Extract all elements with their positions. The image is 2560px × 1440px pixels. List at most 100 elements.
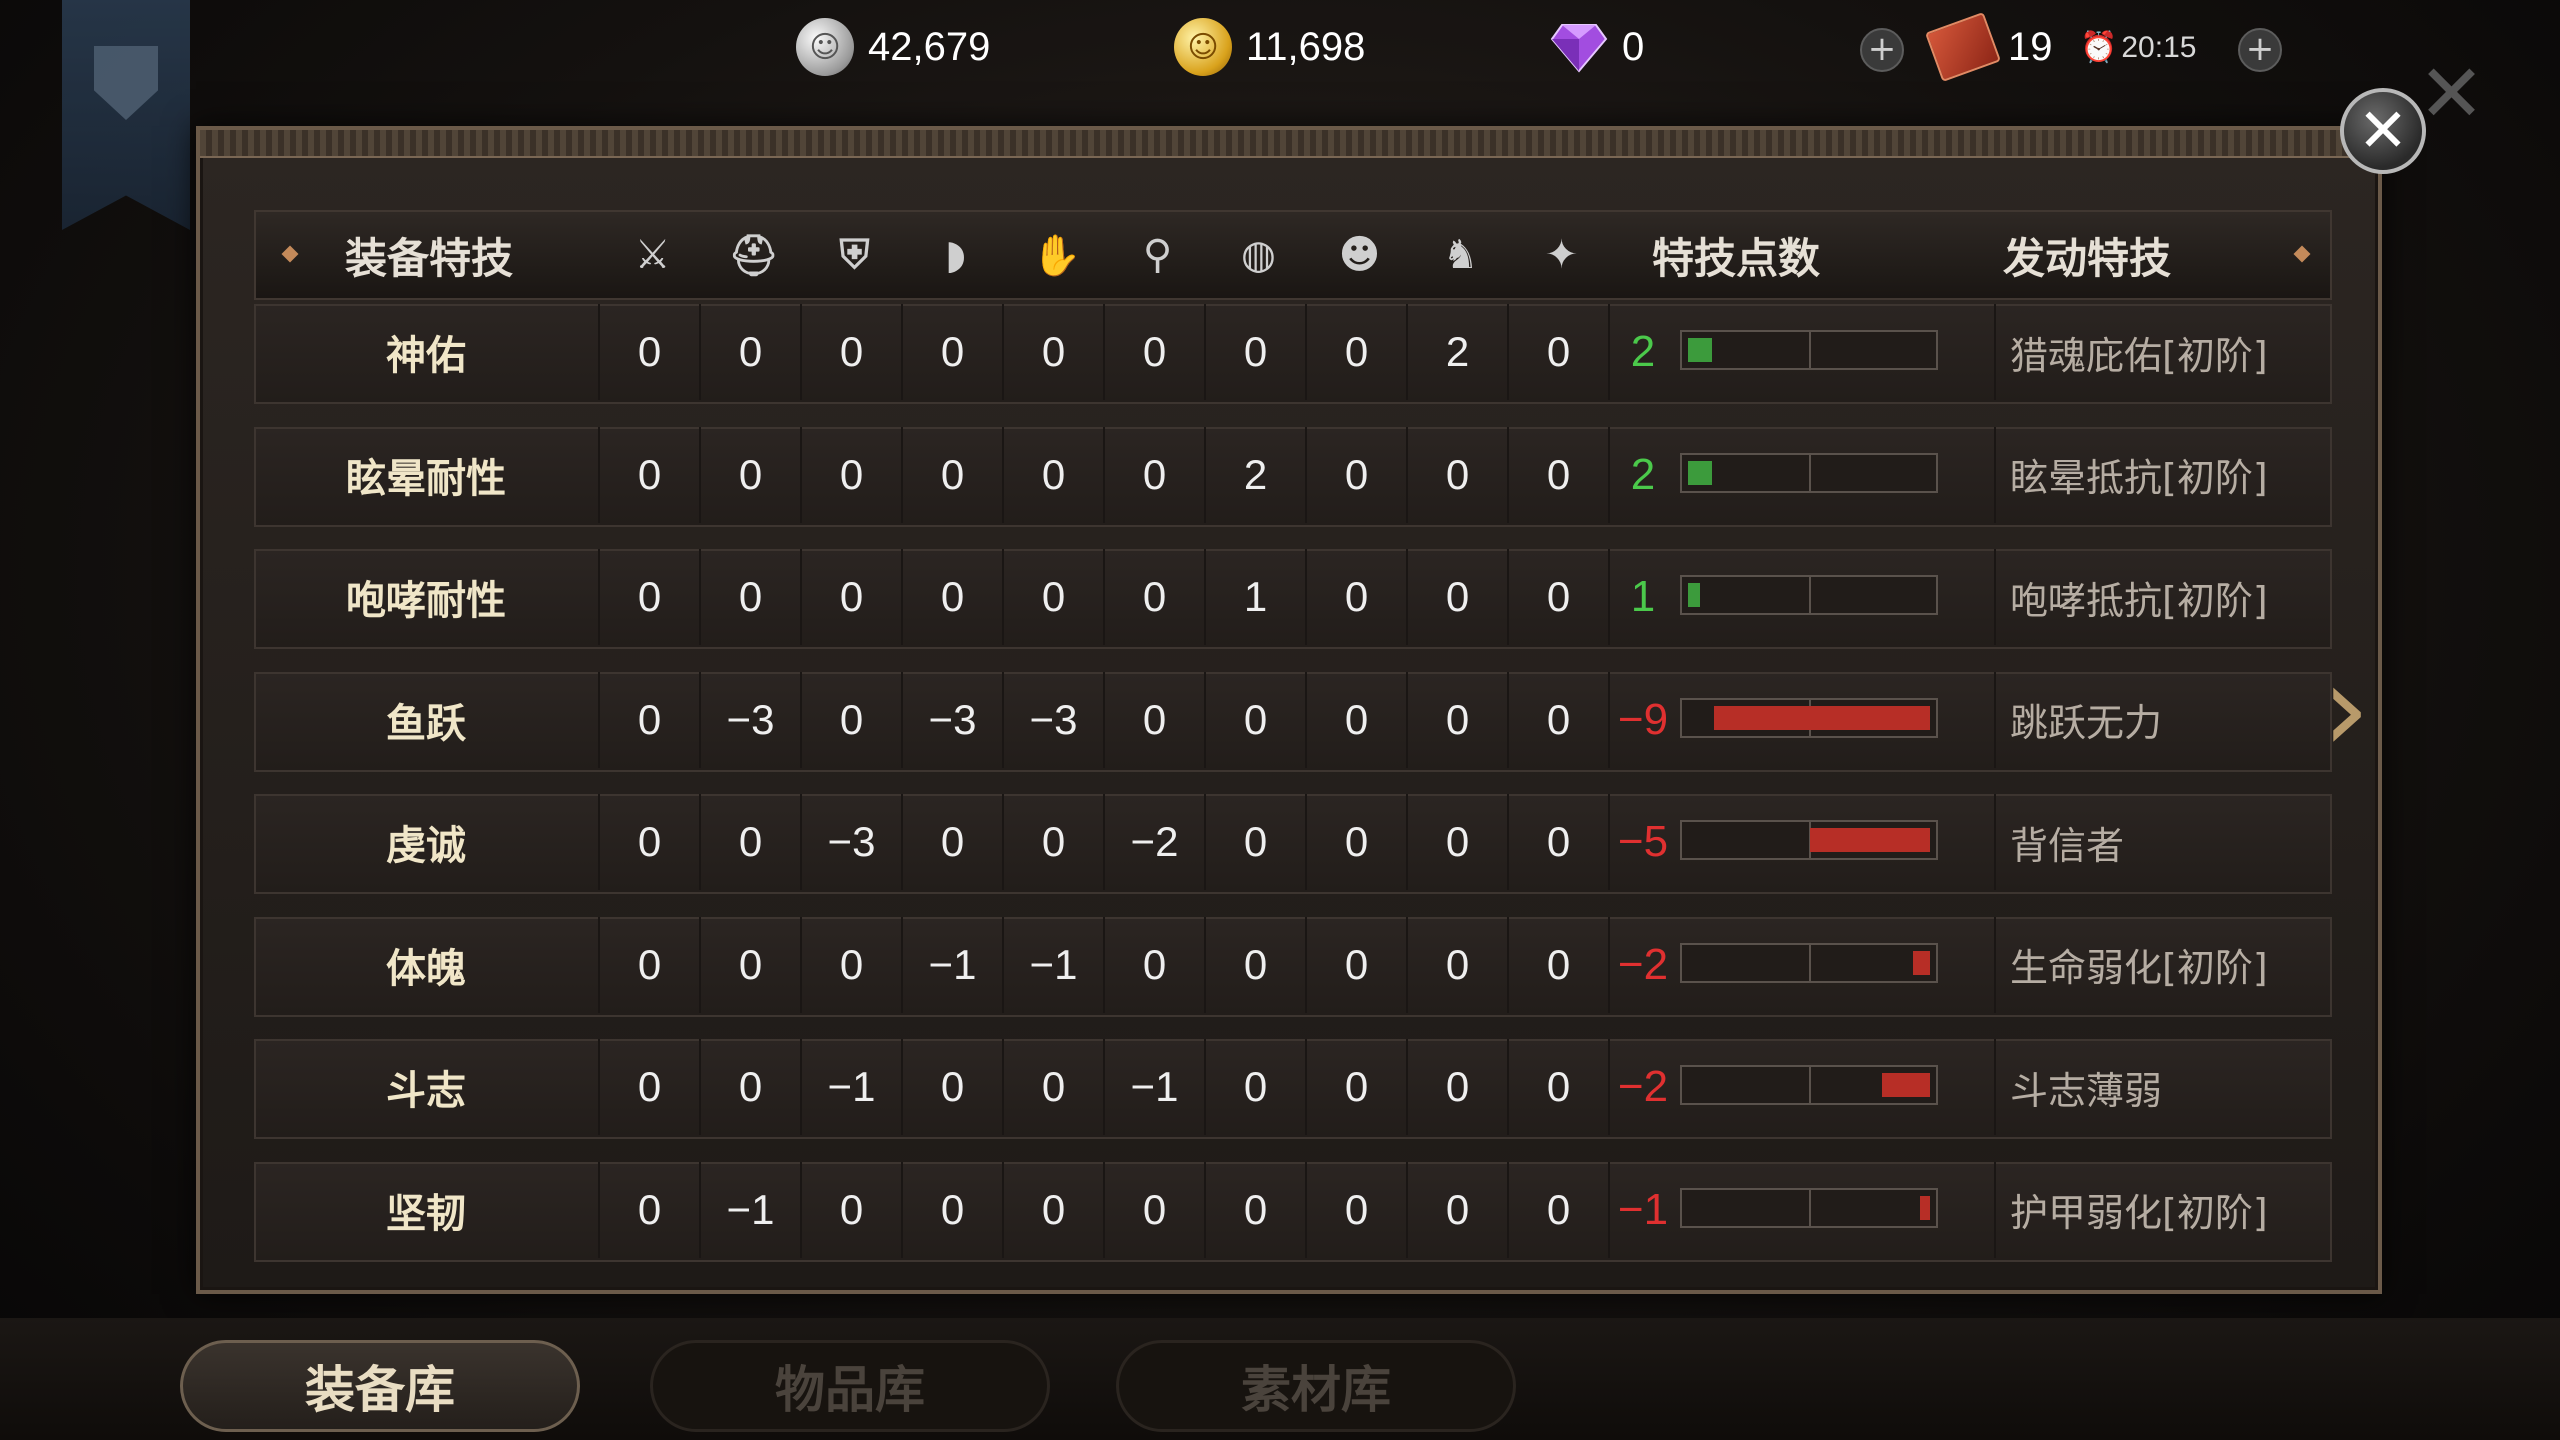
slot-value: −3 [802, 794, 903, 890]
slot-value: −1 [1004, 916, 1105, 1013]
slot-value: 0 [1206, 1039, 1307, 1135]
slot-value: 0 [1307, 794, 1408, 890]
header-ornament-icon [2293, 245, 2311, 263]
table-row[interactable]: 眩晕耐性 0 0 0 0 0 0 2 0 0 0 2 眩晕抵抗[初阶] [254, 426, 2332, 527]
slot-value: 0 [1408, 916, 1509, 1013]
close-button[interactable]: ✕ [2340, 88, 2426, 174]
slot-value: 0 [1408, 426, 1509, 523]
mask-icon: ☻ [1338, 232, 1381, 278]
bar-divider [1809, 454, 1811, 491]
bar-fill [1810, 828, 1930, 852]
table-row[interactable]: 体魄 0 0 0 −1 −1 0 0 0 0 0 −2 生命弱化[初阶] [254, 916, 2332, 1017]
skill-name: 斗志 [254, 1039, 600, 1135]
slot-value: 0 [802, 916, 903, 1013]
slot-value: 0 [1307, 549, 1408, 645]
slot-value: 0 [1206, 304, 1307, 400]
slot-value: 0 [1206, 1161, 1307, 1258]
timer-text: 20:15 [2121, 30, 2197, 64]
add-ticket-button[interactable]: + [2238, 28, 2282, 72]
silver-coin-icon: ☺ [796, 18, 854, 76]
slot-value: 0 [1206, 916, 1307, 1013]
bar-divider [1809, 944, 1811, 981]
slot-value: 0 [1206, 671, 1307, 768]
slot-value: 0 [1105, 671, 1206, 768]
slot-value: 0 [1408, 1161, 1509, 1258]
bottom-tab-bar: 装备库 物品库 素材库 [0, 1318, 2560, 1440]
points-bar [1680, 575, 1938, 615]
slot-value: 0 [1004, 304, 1105, 400]
gold-amount: 11,698 [1246, 24, 1366, 69]
gold-coin-icon: ☺ [1174, 18, 1232, 76]
slot-value: −1 [1105, 1039, 1206, 1135]
points-bar [1680, 697, 1938, 738]
skill-points: −2 [1617, 939, 1669, 989]
table-row[interactable]: 斗志 0 0 −1 0 0 −1 0 0 0 0 −2 斗志薄弱 [254, 1039, 2332, 1139]
diamond-icon [1550, 24, 1608, 73]
slot-value: 0 [1408, 794, 1509, 890]
equipment-skill-panel: 装备特技 ⚔ ⛑ ⛨ ◗ ✋ ⚲ ◍ ☻ ♞ ✦ 特技点数 发动特技 神佑 0 0 0 0 0 0 0 0 2 0 2 猎… [196, 126, 2382, 1294]
header-skill-name: 装备特技 [344, 233, 513, 283]
points-bar [1680, 330, 1938, 370]
bar-fill [1882, 1073, 1930, 1097]
table-row[interactable]: 鱼跃 0 −3 0 −3 −3 0 0 0 0 0 −9 跳跃无力 [254, 671, 2332, 772]
slot-value: 0 [1004, 1039, 1105, 1135]
ticket-amount: 19 [2008, 24, 2053, 69]
slot-value: 0 [1509, 1039, 1610, 1135]
ring-icon: ◍ [1241, 232, 1276, 278]
slot-value: 0 [1307, 1161, 1408, 1258]
slot-value: 0 [701, 1039, 802, 1135]
activated-skill: 猎魂庇佑[初阶] [1994, 304, 2330, 400]
slot-value: 0 [903, 304, 1004, 400]
slot-value: 0 [701, 426, 802, 523]
slot-value: 0 [1004, 794, 1105, 890]
bar-divider [1809, 1189, 1811, 1226]
shoulder-icon: ◗ [944, 232, 967, 278]
slot-value: 0 [1307, 1039, 1408, 1135]
slot-value: 0 [701, 916, 802, 1013]
header-points: 特技点数 [1651, 233, 1820, 283]
armor-icon: ⛨ [839, 232, 870, 278]
points-bar [1680, 1187, 1938, 1228]
slot-value: 0 [1206, 794, 1307, 890]
skill-name: 体魄 [254, 916, 600, 1013]
bar-fill [1688, 583, 1700, 607]
activated-skill: 护甲弱化[初阶] [1994, 1161, 2330, 1258]
slot-value: 0 [1509, 1161, 1610, 1258]
activated-skill: 背信者 [1994, 794, 2330, 890]
slot-value: 0 [1105, 916, 1206, 1013]
slot-value: 0 [1509, 671, 1610, 768]
table-row[interactable]: 虔诚 0 0 −3 0 0 −2 0 0 0 0 −5 背信者 [254, 794, 2332, 894]
slot-value: 0 [1307, 671, 1408, 768]
skill-points: 1 [1630, 572, 1656, 621]
slot-value: 0 [600, 794, 701, 890]
next-page-arrow-icon[interactable]: › [2322, 650, 2392, 770]
slot-value: 0 [1408, 1039, 1509, 1135]
points-bar [1680, 942, 1938, 983]
slot-value: −1 [903, 916, 1004, 1013]
table-row[interactable]: 咆哮耐性 0 0 0 0 0 0 1 0 0 0 1 咆哮抵抗[初阶] [254, 549, 2332, 649]
skill-name: 鱼跃 [254, 671, 600, 768]
add-diamond-button[interactable]: + [1860, 28, 1904, 72]
table-row[interactable]: 坚韧 0 −1 0 0 0 0 0 0 0 0 −1 护甲弱化[初阶] [254, 1161, 2332, 1262]
tab-items[interactable]: 物品库 [650, 1340, 1050, 1432]
slot-value: 0 [1105, 426, 1206, 523]
slot-value: 0 [1509, 549, 1610, 645]
slot-value: 0 [1307, 426, 1408, 523]
tab-materials[interactable]: 素材库 [1116, 1340, 1516, 1432]
slot-value: 0 [1307, 916, 1408, 1013]
bar-divider [1809, 1067, 1811, 1103]
slot-value: 0 [600, 426, 701, 523]
sword-icon: ⚔ [634, 232, 671, 278]
skill-name: 坚韧 [254, 1161, 600, 1258]
skill-points: 2 [1630, 449, 1656, 499]
skill-name: 眩晕耐性 [254, 426, 600, 523]
slot-value: 0 [1105, 549, 1206, 645]
slot-value: 1 [1206, 549, 1307, 645]
slot-value: 0 [1105, 304, 1206, 400]
tab-equipment[interactable]: 装备库 [180, 1340, 580, 1432]
table-row[interactable]: 神佑 0 0 0 0 0 0 0 0 2 0 2 猎魂庇佑[初阶] [254, 304, 2332, 404]
skill-name: 神佑 [254, 304, 600, 400]
slot-value: 0 [1509, 916, 1610, 1013]
slot-value: −1 [701, 1161, 802, 1258]
slot-value: −3 [1004, 671, 1105, 768]
